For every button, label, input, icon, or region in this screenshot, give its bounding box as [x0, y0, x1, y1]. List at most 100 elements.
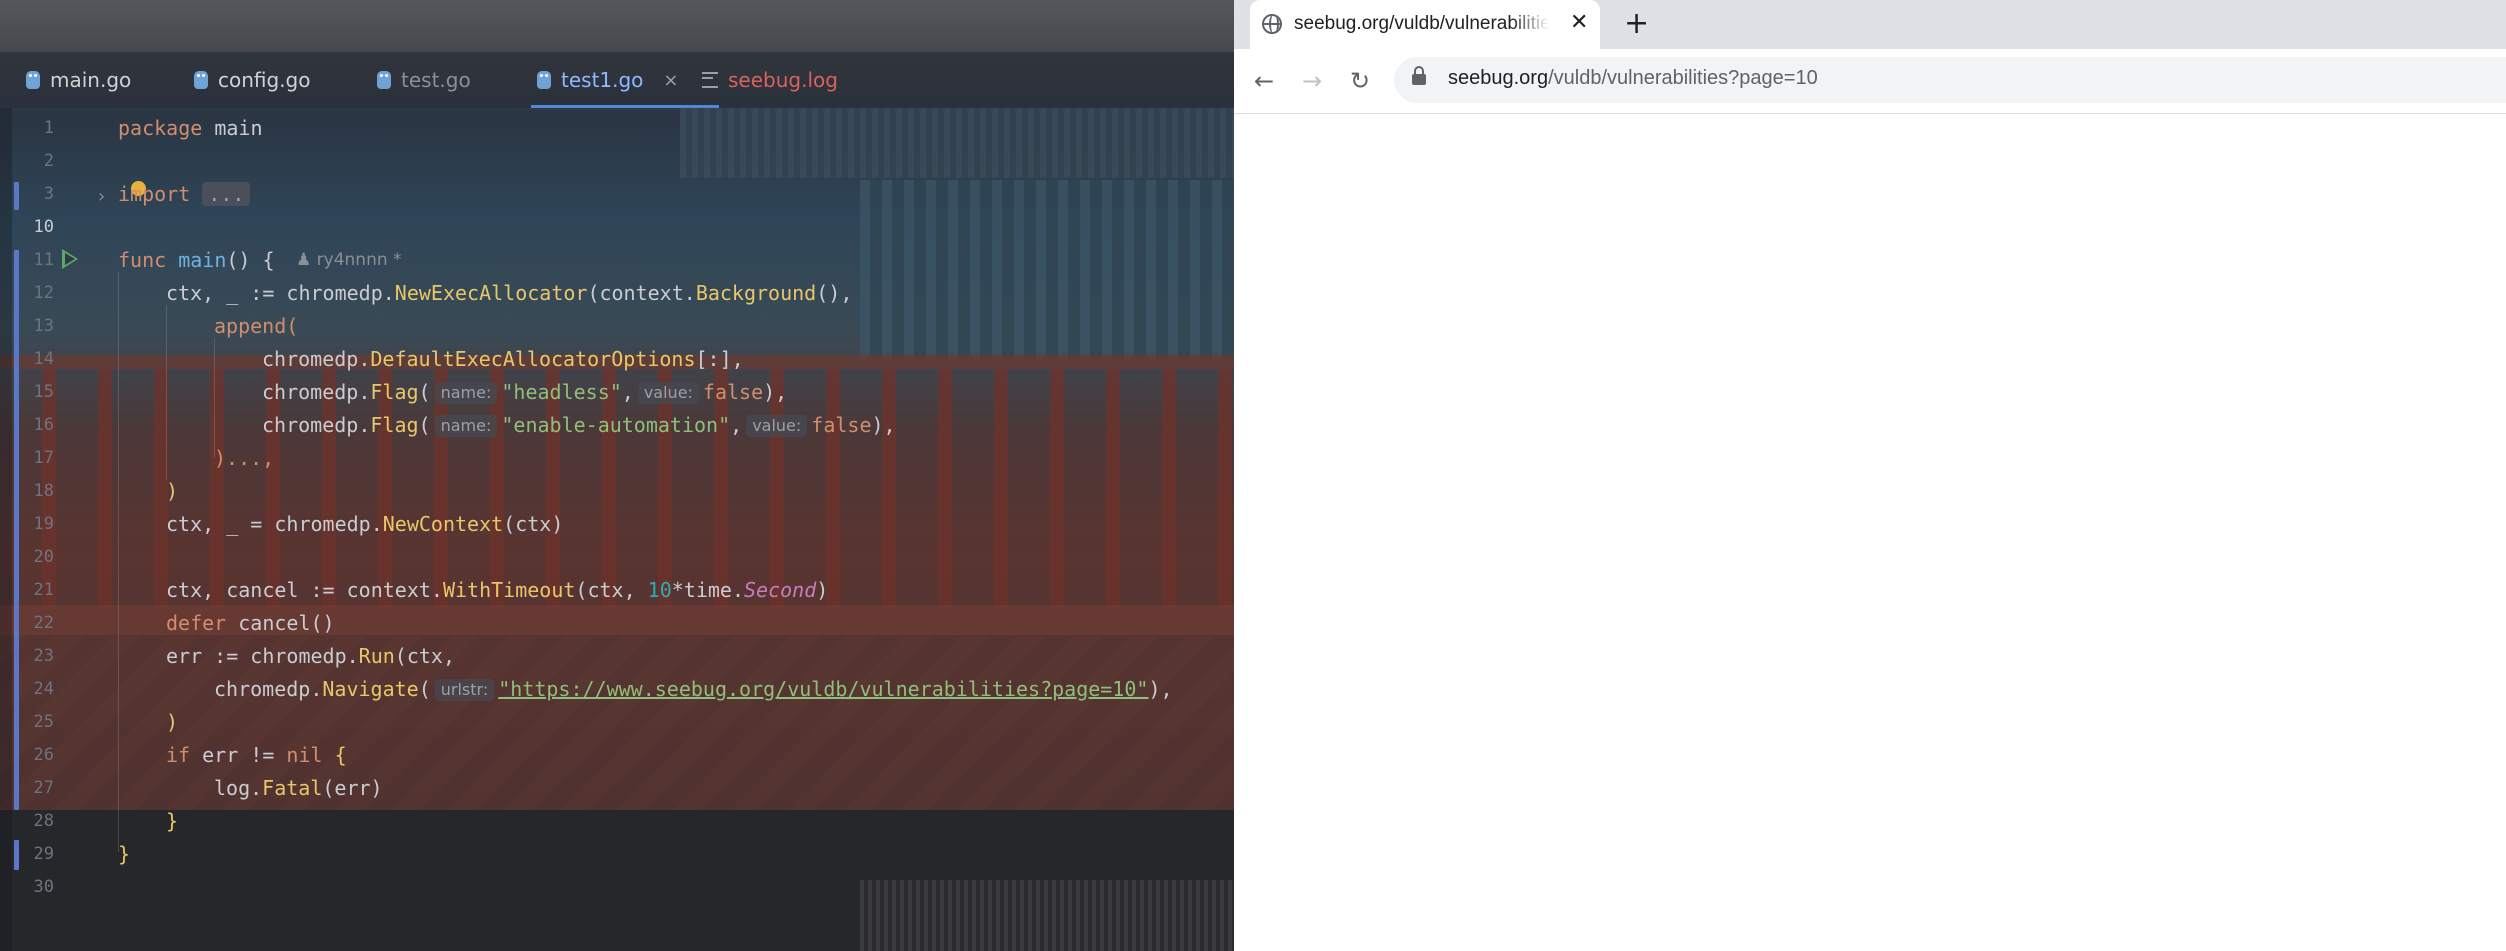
go-file-icon [537, 71, 551, 89]
tab-label: test1.go [561, 68, 644, 92]
editor-gutter-strip [0, 108, 12, 951]
page-content [1234, 114, 2506, 951]
code-text: ), [871, 413, 896, 437]
tab-seebug-log[interactable]: seebug.log [702, 52, 838, 108]
line-number: 29 [33, 844, 54, 864]
code-line-14[interactable]: chromedp.DefaultExecAllocatorOptions[:], [262, 347, 744, 371]
line-number: 30 [33, 877, 54, 897]
method-call: Flag [370, 380, 419, 404]
close-tab-icon[interactable]: ✕ [1570, 10, 1588, 36]
code-line-27[interactable]: log.Fatal(err) [214, 776, 383, 800]
url-path: /vuldb/vulnerabilities?page=10 [1548, 67, 1818, 89]
tab-config-go[interactable]: config.go [194, 52, 311, 108]
new-tab-button[interactable]: + [1624, 6, 1649, 42]
line-number: 22 [33, 613, 54, 633]
code-line-25[interactable]: ) [166, 710, 178, 734]
author-name: ry4nnnn * [316, 250, 402, 270]
keyword: nil [286, 743, 323, 767]
builtin-call: append [214, 314, 287, 338]
code-text: ( [418, 380, 431, 404]
code-line-26[interactable]: if err != nil { [166, 743, 347, 767]
method-call: Background [695, 281, 817, 305]
tab-test-go[interactable]: test.go [377, 52, 471, 108]
url-host: seebug.org [1448, 67, 1549, 89]
tab-main-go[interactable]: main.go [26, 52, 131, 108]
code-text: ) [166, 710, 179, 734]
code-editor-window: main.go config.go test.go test1.go × see… [0, 0, 1234, 951]
go-file-icon [377, 71, 391, 89]
parameter-hint: value: [746, 415, 808, 437]
ide-titlebar [0, 0, 1234, 52]
run-icon[interactable] [62, 249, 78, 269]
code-text: chromedp. [262, 413, 371, 437]
code-text: () { [226, 248, 275, 272]
folded-imports[interactable]: ... [202, 182, 251, 206]
line-number: 27 [33, 778, 54, 798]
close-tab-icon[interactable]: × [663, 70, 678, 91]
parameter-hint: name: [434, 415, 498, 437]
line-number: 20 [33, 547, 54, 567]
code-line-13[interactable]: append( [214, 314, 298, 338]
line-number: 1 [43, 118, 54, 138]
method-call: WithTimeout [442, 578, 576, 602]
background-roof [680, 108, 1234, 178]
browser-tab[interactable]: seebug.org/vuldb/vulnerabilities?page=10… [1250, 0, 1600, 49]
code-text: (ctx, [575, 578, 648, 602]
string-literal: "enable-automation" [501, 413, 731, 437]
indent-guide [166, 305, 167, 480]
code-line-28[interactable]: } [166, 809, 178, 833]
code-line-17[interactable]: )..., [214, 446, 274, 470]
code-line-29[interactable]: } [118, 842, 130, 866]
back-button[interactable]: ← [1254, 66, 1274, 96]
code-text: main [202, 116, 263, 140]
code-text: ) [816, 578, 829, 602]
code-text: err != [190, 743, 287, 767]
code-text: err := chromedp. [166, 644, 359, 668]
keyword: if [166, 743, 191, 767]
line-number: 17 [33, 448, 54, 468]
code-line-22[interactable]: defer cancel() [166, 611, 335, 635]
background-floor [0, 810, 1234, 951]
code-line-11[interactable]: func main() { [118, 248, 275, 272]
line-number: 12 [33, 283, 54, 303]
tab-title: seebug.org/vuldb/vulnerabilities?page=10 [1294, 13, 1549, 34]
line-number: 28 [33, 811, 54, 831]
code-text: ( [286, 314, 299, 338]
code-line-1[interactable]: package main [118, 116, 263, 140]
code-text: } [166, 809, 179, 833]
line-number: 14 [33, 349, 54, 369]
code-text: ) [166, 479, 179, 503]
line-number: 25 [33, 712, 54, 732]
code-text: (ctx, [394, 644, 455, 668]
code-line-21[interactable]: ctx, cancel := context.WithTimeout(ctx, … [166, 578, 828, 602]
code-text: cancel() [226, 611, 335, 635]
code-line-19[interactable]: ctx, _ = chromedp.NewContext(ctx) [166, 512, 563, 536]
code-text: (ctx) [503, 512, 564, 536]
string-literal[interactable]: "https://www.seebug.org/vuldb/vulnerabil… [498, 677, 1148, 701]
code-line-16[interactable]: chromedp.Flag(name: "enable-automation", v… [262, 413, 896, 437]
code-line-12[interactable]: ctx, _ := chromedp.NewExecAllocator(cont… [166, 281, 852, 305]
code-text: (err) [322, 776, 383, 800]
code-line-15[interactable]: chromedp.Flag(name: "headless", value: fals… [262, 380, 787, 404]
line-number: 18 [33, 481, 54, 501]
url-text[interactable]: seebug.org/vuldb/vulnerabilities?page=10 [1448, 67, 1818, 90]
log-file-icon [702, 72, 718, 88]
code-line-18[interactable]: ) [166, 479, 178, 503]
code-text: ), [763, 380, 788, 404]
line-number: 26 [33, 745, 54, 765]
keyword: false [811, 413, 872, 437]
reload-button[interactable]: ↻ [1350, 66, 1370, 96]
code-line-23[interactable]: err := chromedp.Run(ctx, [166, 644, 455, 668]
forward-button[interactable]: → [1302, 66, 1322, 96]
code-text: ctx, _ := chromedp. [166, 281, 395, 305]
code-text: , [621, 380, 634, 404]
keyword: package [118, 116, 203, 140]
fold-expand-icon[interactable]: › [98, 186, 105, 207]
code-line-3[interactable]: import ... [118, 182, 251, 206]
lock-icon[interactable] [1412, 66, 1426, 85]
parameter-hint: name: [434, 382, 498, 404]
code-text: , [730, 413, 743, 437]
code-line-24[interactable]: chromedp.Navigate(urlstr: "https://www.se… [214, 677, 1173, 701]
tab-test1-go[interactable]: test1.go × [531, 52, 718, 108]
method-call: Navigate [322, 677, 419, 701]
